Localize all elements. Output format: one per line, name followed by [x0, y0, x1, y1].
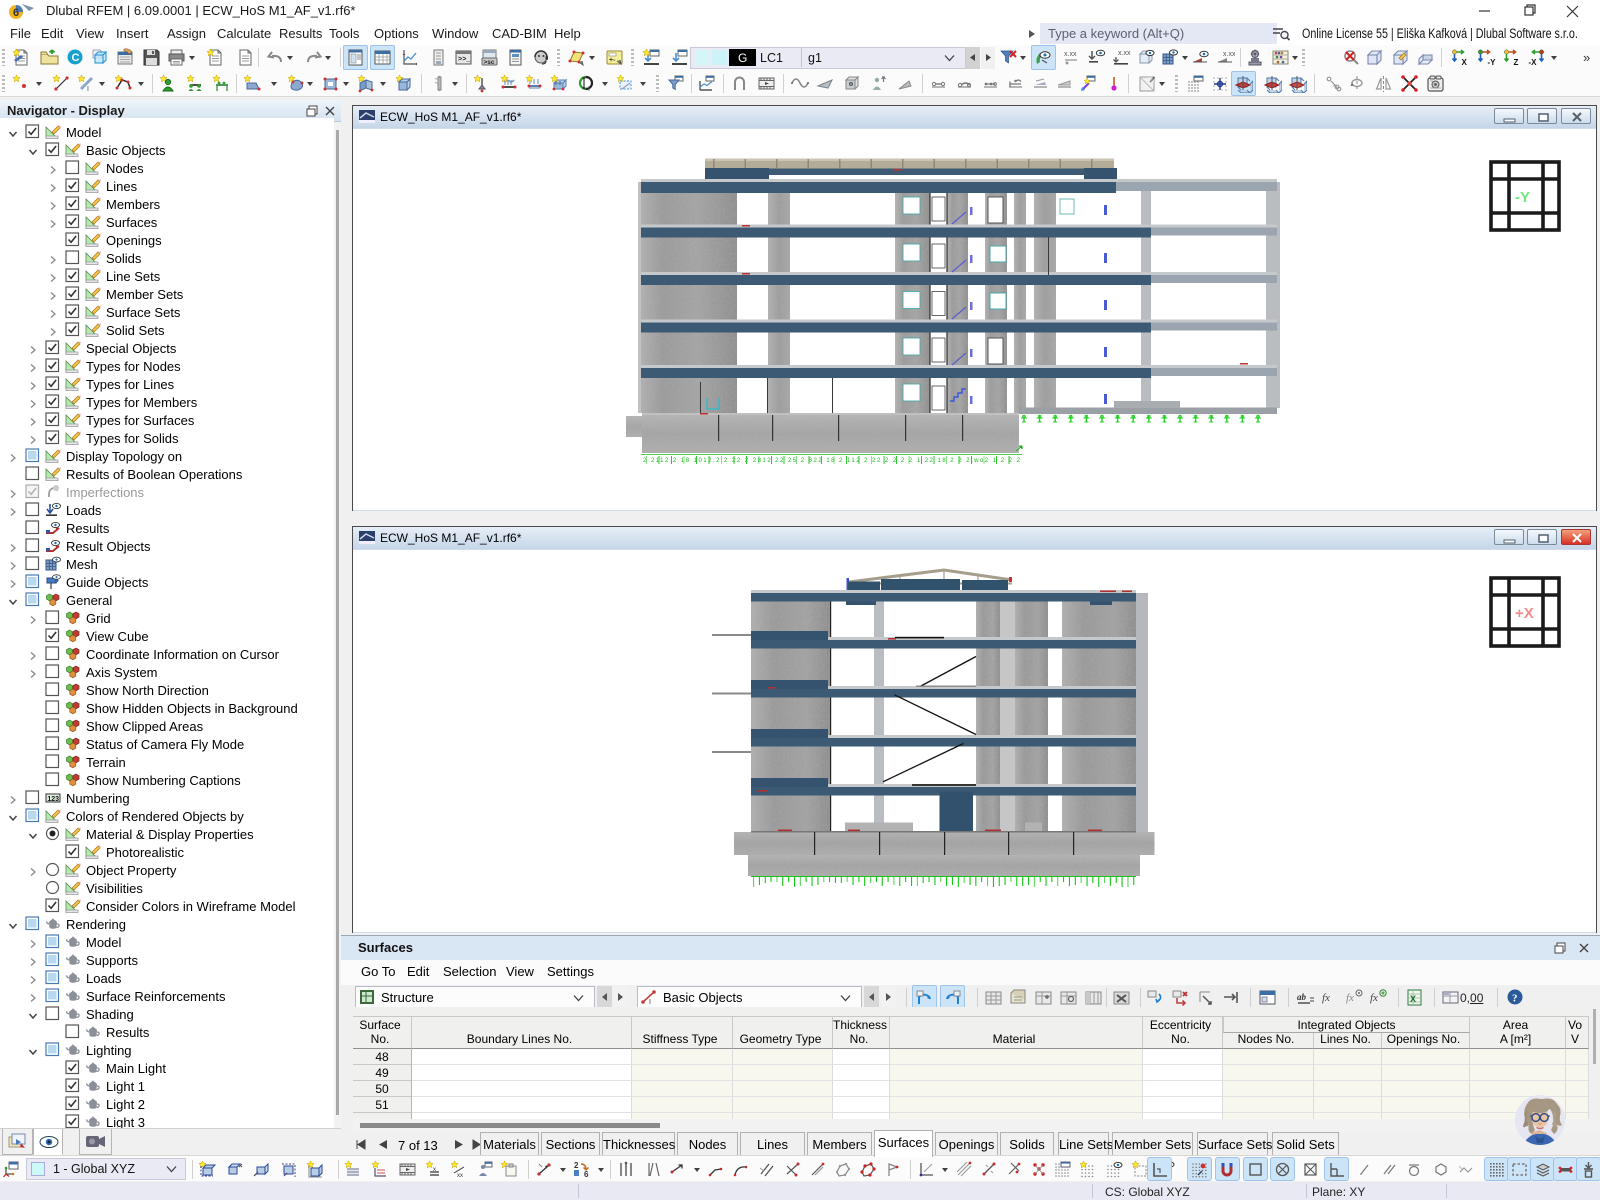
- svg-text:>sc: >sc: [484, 59, 495, 66]
- svg-text:2: 2: [574, 1161, 579, 1170]
- svg-text:-Y: -Y: [1488, 58, 1497, 67]
- svg-text:-X: -X: [1529, 58, 1538, 67]
- svg-text:+-: +-: [609, 57, 616, 64]
- svg-text:-Y: -Y: [1515, 189, 1530, 206]
- svg-text:Z: Z: [1514, 58, 1519, 67]
- svg-text:X: X: [1462, 58, 1468, 67]
- svg-text:x.xx: x.xx: [1118, 50, 1131, 57]
- svg-text:I: I: [87, 86, 89, 93]
- svg-text:+X: +X: [1515, 605, 1534, 622]
- svg-text:x.xx: x.xx: [1223, 51, 1235, 58]
- svg-text:I: I: [588, 86, 590, 93]
- svg-text:>>_: >>_: [458, 56, 471, 64]
- svg-text:xx: xx: [457, 1173, 463, 1179]
- svg-text:2 2112 2 18 1012.2 2 22: 2 2112 2 18 1012.2 2 22 2 2812 22 25 2 8…: [643, 458, 1021, 464]
- svg-text:C: C: [72, 52, 80, 64]
- svg-text:6: 6: [584, 1170, 589, 1179]
- svg-text:x: x: [433, 1167, 436, 1173]
- svg-text:123: 123: [47, 796, 59, 803]
- svg-text:6: 6: [13, 7, 19, 19]
- svg-text:x.xx: x.xx: [1064, 51, 1077, 58]
